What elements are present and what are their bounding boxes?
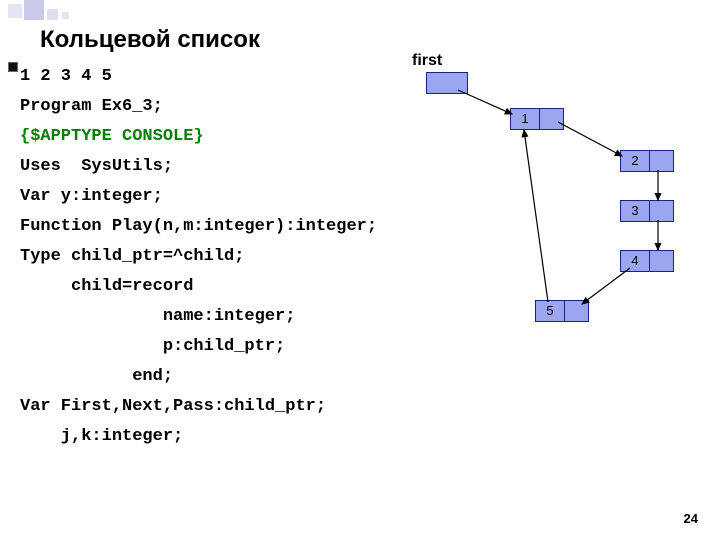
node-4: 4 <box>620 250 674 272</box>
code-line: Uses SysUtils; <box>20 152 377 182</box>
linked-list-diagram: first 1 2 3 4 5 <box>400 50 700 370</box>
node-1: 1 <box>510 108 564 130</box>
first-pointer-box <box>426 72 468 94</box>
code-line: Type child_ptr=^child; <box>20 242 377 272</box>
code-block: 1 2 3 4 5Program Ex6_3;{$APPTYPE CONSOLE… <box>20 62 377 452</box>
bullet-icon <box>8 62 18 72</box>
node-2-value: 2 <box>621 151 650 171</box>
node-3: 3 <box>620 200 674 222</box>
code-line: Var y:integer; <box>20 182 377 212</box>
code-line: 1 2 3 4 5 <box>20 62 377 92</box>
node-5: 5 <box>535 300 589 322</box>
slide-title: Кольцевой список <box>40 26 260 54</box>
code-line: Var First,Next,Pass:child_ptr; <box>20 392 377 422</box>
node-3-value: 3 <box>621 201 650 221</box>
code-line: Program Ex6_3; <box>20 92 377 122</box>
first-cell <box>427 73 453 93</box>
code-line: {$APPTYPE CONSOLE} <box>20 122 377 152</box>
first-pointer-label: first <box>412 52 442 70</box>
code-line: Function Play(n,m:integer):integer; <box>20 212 377 242</box>
node-5-value: 5 <box>536 301 565 321</box>
code-line: end; <box>20 362 377 392</box>
code-line: child=record <box>20 272 377 302</box>
decorative-header <box>0 0 220 26</box>
node-2: 2 <box>620 150 674 172</box>
code-line: p:child_ptr; <box>20 332 377 362</box>
code-line: name:integer; <box>20 302 377 332</box>
code-line: j,k:integer; <box>20 422 377 452</box>
node-1-value: 1 <box>511 109 540 129</box>
node-4-value: 4 <box>621 251 650 271</box>
page-number: 24 <box>684 511 698 526</box>
